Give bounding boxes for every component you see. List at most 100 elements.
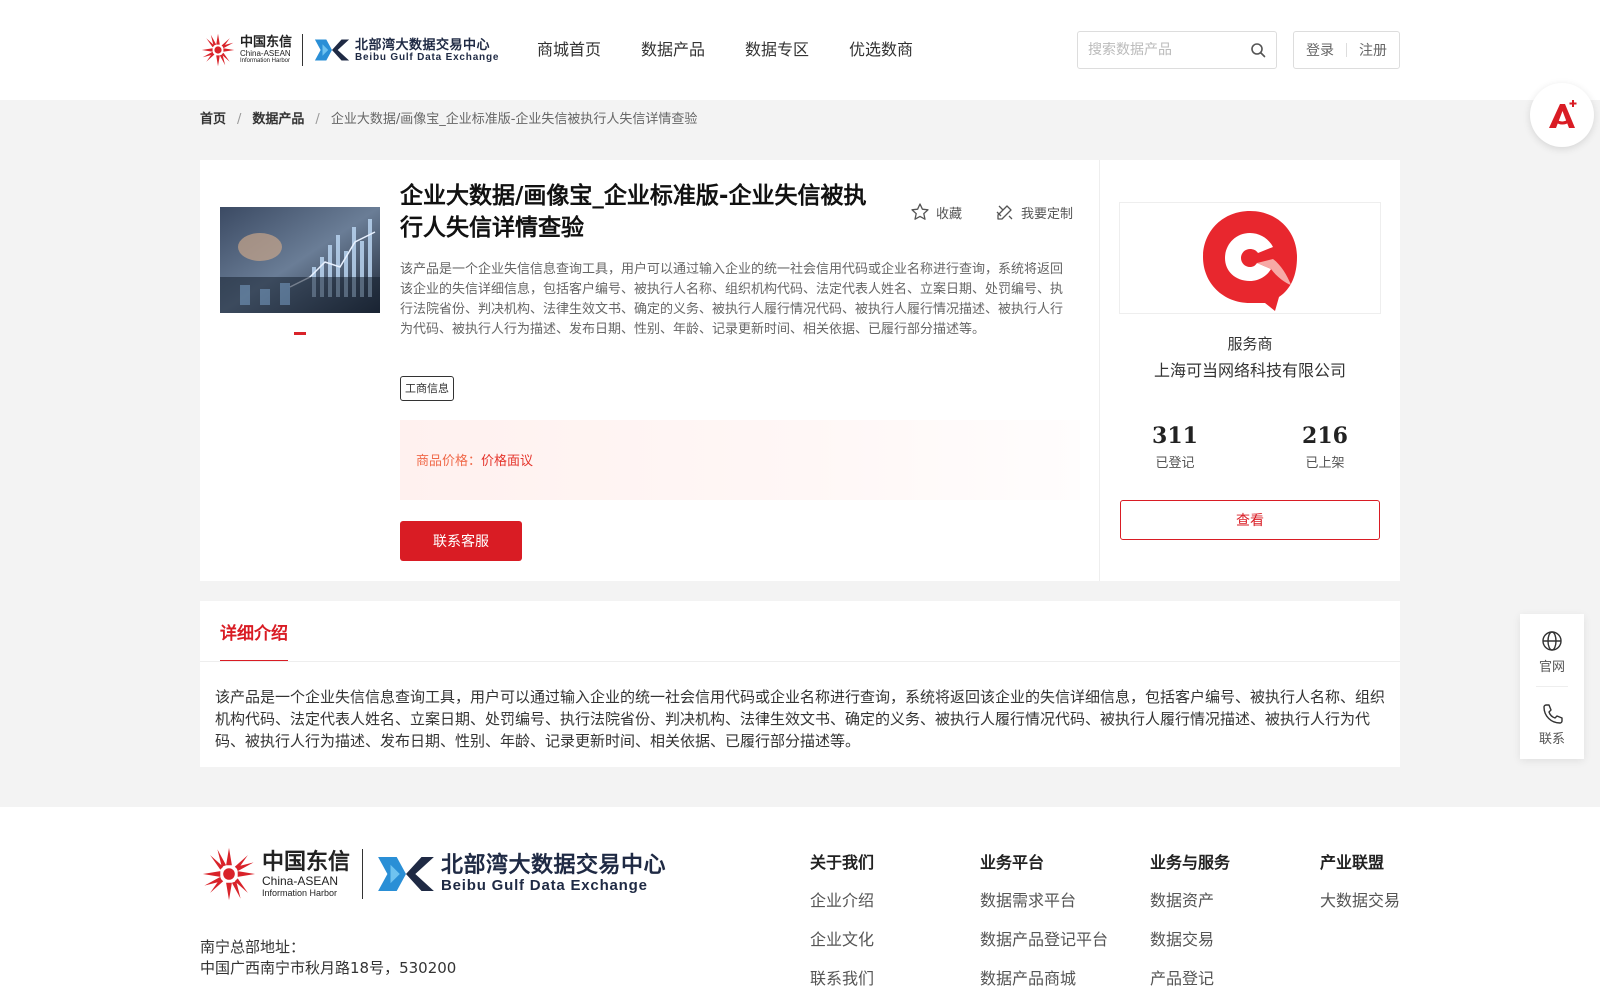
breadcrumb-separator: /: [237, 112, 242, 127]
product-description: 该产品是一个企业失信信息查询工具，用户可以通过输入企业的统一社会信用代码或企业名…: [400, 262, 1064, 337]
nav-data-products[interactable]: 数据产品: [641, 38, 705, 62]
footer-link[interactable]: 企业介绍: [810, 891, 874, 911]
login-link[interactable]: 登录: [1294, 40, 1346, 60]
cn-logo-line1: 中国东信: [240, 34, 293, 49]
favorite-label: 收藏: [936, 206, 963, 222]
beibu-gulf-logo: 北部湾大数据交易中心 Beibu Gulf Data Exchange: [313, 35, 499, 65]
breadcrumb: 首页 / 数据产品 / 企业大数据/画像宝_企业标准版-企业失信被执行人失信详情…: [200, 110, 697, 130]
logo-divider: [302, 34, 304, 66]
breadcrumb-home[interactable]: 首页: [200, 110, 226, 130]
search-box: [1077, 31, 1277, 69]
view-provider-button[interactable]: 查看: [1120, 500, 1380, 540]
address-label: 南宁总部地址：: [200, 938, 306, 956]
footer-beibu-gulf-logo: 北部湾大数据交易中心 Beibu Gulf Data Exchange: [375, 850, 666, 898]
footer-cn-logo-line2: China-ASEAN: [262, 874, 339, 888]
category-tag: 工商信息: [400, 376, 454, 401]
footer-link[interactable]: 数据产品登记平台: [980, 930, 1108, 950]
contact-float-label: 联系: [1538, 732, 1565, 747]
bg-logo-line2: Beibu Gulf Data Exchange: [355, 51, 500, 63]
customize-button[interactable]: 我要定制: [995, 202, 1073, 222]
nav-home[interactable]: 商城首页: [537, 38, 601, 62]
footer-link[interactable]: 企业文化: [810, 930, 874, 950]
footer-col-title: 业务与服务: [1150, 853, 1231, 872]
cn-logo-line2: China-ASEAN: [240, 49, 291, 58]
tab-detail-intro[interactable]: 详细介绍: [220, 619, 288, 662]
favorite-button[interactable]: 收藏: [910, 202, 962, 222]
top-header: 中国东信 China-ASEAN Information Harbor 北部湾大…: [0, 0, 1600, 100]
provider-logo[interactable]: [1119, 202, 1381, 314]
main-nav: 商城首页 数据产品 数据专区 优选数商: [537, 38, 953, 62]
detail-section: 详细介绍 该产品是一个企业失信信息查询工具，用户可以通过输入企业的统一社会信用代…: [200, 601, 1400, 767]
footer-china-asean-logo-icon: [202, 847, 256, 901]
footer-address: 南宁总部地址： 中国广西南宁市秋月路18号，530200: [200, 937, 456, 979]
breadcrumb-current: 企业大数据/画像宝_企业标准版-企业失信被执行人失信详情查验: [330, 112, 698, 127]
footer-bg-logo-line2: Beibu Gulf Data Exchange: [441, 877, 648, 894]
customize-label: 我要定制: [1021, 206, 1074, 222]
footer-col-alliance: 产业联盟 大数据交易: [1320, 853, 1400, 930]
footer-cn-logo-line1: 中国东信: [262, 849, 351, 874]
nav-data-zone[interactable]: 数据专区: [745, 38, 809, 62]
detail-text: 该产品是一个企业失信信息查询工具，用户可以通过输入企业的统一社会信用代码或企业名…: [215, 688, 1386, 750]
nav-featured-merchants[interactable]: 优选数商: [849, 38, 913, 62]
assistant-float-button[interactable]: [1530, 83, 1594, 147]
site-footer: 中国东信 China-ASEAN Information Harbor 北部湾大…: [0, 807, 1600, 1000]
auth-links: 登录 注册: [1293, 31, 1400, 69]
registered-stat: 311 已登记: [1125, 422, 1225, 471]
footer-link[interactable]: 数据需求平台: [980, 891, 1108, 911]
star-icon: [911, 203, 929, 220]
price-label: 商品价格：: [416, 454, 482, 469]
china-asean-logo: 中国东信 China-ASEAN Information Harbor: [200, 32, 292, 68]
footer-cn-logo-line3: Information Harbor: [262, 888, 338, 898]
listed-stat: 216 已上架: [1275, 422, 1375, 471]
address-text: 中国广西南宁市秋月路18号，530200: [200, 959, 457, 977]
footer-bg-logo-line1: 北部湾大数据交易中心: [441, 852, 667, 877]
footer-col-services: 业务与服务 数据资产 数据交易 产品登记: [1150, 853, 1230, 1000]
side-float-panel: 官网 联系: [1520, 614, 1584, 759]
provider-name: 上海可当网络科技有限公司: [1153, 361, 1346, 380]
listed-count: 216: [1302, 423, 1348, 449]
footer-col-about: 关于我们 企业介绍 企业文化 联系我们: [810, 853, 874, 1000]
listed-label: 已上架: [1305, 456, 1345, 471]
china-asean-logo-icon: [201, 33, 235, 67]
official-site-label: 官网: [1538, 660, 1565, 675]
footer-logo-divider: [362, 849, 364, 899]
customize-icon: [996, 205, 1013, 220]
price-box: 商品价格：价格面议: [400, 420, 1080, 500]
phone-icon: [1543, 704, 1563, 724]
footer-link[interactable]: 产品登记: [1150, 969, 1230, 989]
registered-count: 311: [1152, 423, 1198, 449]
footer-link[interactable]: 数据交易: [1150, 930, 1230, 950]
provider-label: 服务商: [1227, 335, 1273, 353]
footer-col-platform: 业务平台 数据需求平台 数据产品登记平台 数据产品商城: [980, 853, 1108, 1000]
footer-link[interactable]: 大数据交易: [1320, 891, 1400, 911]
footer-link[interactable]: 联系我们: [810, 969, 874, 989]
bg-logo-line1: 北部湾大数据交易中心: [355, 36, 491, 52]
side-divider: [1536, 686, 1568, 687]
breadcrumb-separator: /: [315, 112, 320, 127]
price-row: 商品价格：价格面议: [416, 450, 533, 469]
register-link[interactable]: 注册: [1347, 40, 1399, 60]
carousel-indicator[interactable]: [294, 332, 306, 335]
footer-col-title: 关于我们: [810, 853, 875, 872]
beibu-gulf-logo-icon: [314, 39, 350, 61]
footer-link[interactable]: 数据资产: [1150, 891, 1230, 911]
footer-china-asean-logo: 中国东信 China-ASEAN Information Harbor: [200, 845, 350, 903]
product-image[interactable]: [220, 207, 380, 313]
breadcrumb-category[interactable]: 数据产品: [252, 110, 304, 130]
price-value: 价格面议: [481, 454, 534, 469]
provider-logo-icon: [1203, 211, 1297, 311]
ai-assistant-icon: [1549, 100, 1577, 128]
footer-logo: 中国东信 China-ASEAN Information Harbor 北部湾大…: [200, 845, 666, 903]
contact-float-button[interactable]: 联系: [1520, 702, 1584, 747]
search-icon[interactable]: [1250, 42, 1266, 58]
official-site-button[interactable]: 官网: [1520, 630, 1584, 675]
footer-link[interactable]: 数据产品商城: [980, 969, 1108, 989]
search-input[interactable]: [1078, 42, 1243, 58]
site-logo[interactable]: 中国东信 China-ASEAN Information Harbor 北部湾大…: [200, 28, 499, 72]
footer-beibu-gulf-logo-icon: [378, 856, 434, 892]
registered-label: 已登记: [1155, 456, 1195, 471]
product-title: 企业大数据/画像宝_企业标准版-企业失信被执行人失信详情查验: [400, 183, 867, 241]
footer-col-title: 产业联盟: [1320, 853, 1385, 872]
contact-service-button[interactable]: 联系客服: [400, 521, 522, 561]
globe-icon: [1542, 631, 1562, 651]
